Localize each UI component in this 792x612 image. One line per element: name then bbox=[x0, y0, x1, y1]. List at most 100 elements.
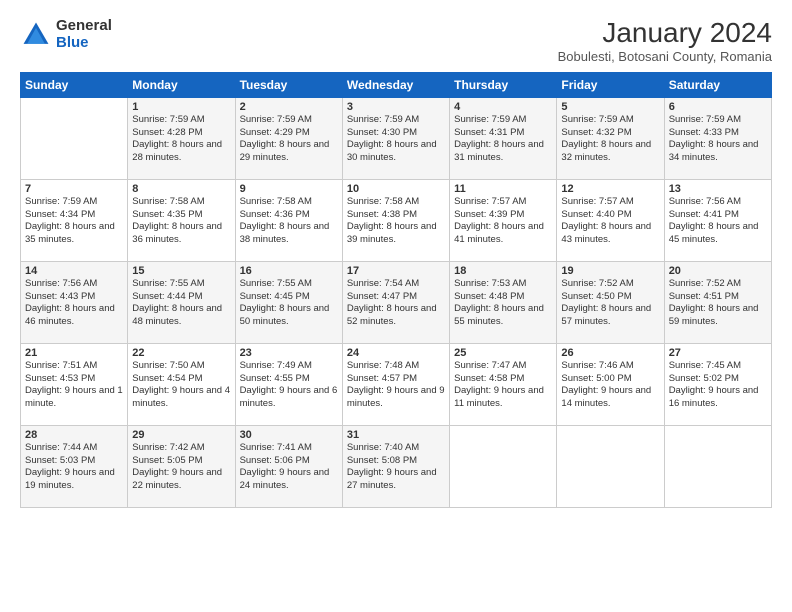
day-info-15: Sunrise: 7:55 AMSunset: 4:44 PMDaylight:… bbox=[132, 278, 230, 329]
day-number-26: 26 bbox=[561, 347, 659, 359]
day-number-12: 12 bbox=[561, 183, 659, 195]
calendar-cell-2-5: 19Sunrise: 7:52 AMSunset: 4:50 PMDayligh… bbox=[557, 261, 664, 343]
day-info-30: Sunrise: 7:41 AMSunset: 5:06 PMDaylight:… bbox=[240, 442, 338, 493]
day-number-23: 23 bbox=[240, 347, 338, 359]
day-number-17: 17 bbox=[347, 265, 445, 277]
header-monday: Monday bbox=[128, 72, 235, 97]
logo-blue-text: Blue bbox=[56, 35, 112, 52]
day-info-11: Sunrise: 7:57 AMSunset: 4:39 PMDaylight:… bbox=[454, 196, 552, 247]
day-number-19: 19 bbox=[561, 265, 659, 277]
subtitle: Bobulesti, Botosani County, Romania bbox=[558, 49, 772, 64]
calendar-cell-2-2: 16Sunrise: 7:55 AMSunset: 4:45 PMDayligh… bbox=[235, 261, 342, 343]
day-info-22: Sunrise: 7:50 AMSunset: 4:54 PMDaylight:… bbox=[132, 360, 230, 411]
calendar-cell-0-3: 3Sunrise: 7:59 AMSunset: 4:30 PMDaylight… bbox=[342, 97, 449, 179]
day-info-7: Sunrise: 7:59 AMSunset: 4:34 PMDaylight:… bbox=[25, 196, 123, 247]
day-info-16: Sunrise: 7:55 AMSunset: 4:45 PMDaylight:… bbox=[240, 278, 338, 329]
day-number-6: 6 bbox=[669, 101, 767, 113]
day-number-30: 30 bbox=[240, 429, 338, 441]
day-info-9: Sunrise: 7:58 AMSunset: 4:36 PMDaylight:… bbox=[240, 196, 338, 247]
day-info-13: Sunrise: 7:56 AMSunset: 4:41 PMDaylight:… bbox=[669, 196, 767, 247]
day-number-15: 15 bbox=[132, 265, 230, 277]
day-info-29: Sunrise: 7:42 AMSunset: 5:05 PMDaylight:… bbox=[132, 442, 230, 493]
day-info-18: Sunrise: 7:53 AMSunset: 4:48 PMDaylight:… bbox=[454, 278, 552, 329]
calendar-cell-2-0: 14Sunrise: 7:56 AMSunset: 4:43 PMDayligh… bbox=[21, 261, 128, 343]
day-info-24: Sunrise: 7:48 AMSunset: 4:57 PMDaylight:… bbox=[347, 360, 445, 411]
day-info-2: Sunrise: 7:59 AMSunset: 4:29 PMDaylight:… bbox=[240, 114, 338, 165]
day-info-8: Sunrise: 7:58 AMSunset: 4:35 PMDaylight:… bbox=[132, 196, 230, 247]
day-number-10: 10 bbox=[347, 183, 445, 195]
logo-icon bbox=[20, 19, 52, 51]
calendar-cell-0-6: 6Sunrise: 7:59 AMSunset: 4:33 PMDaylight… bbox=[664, 97, 771, 179]
calendar-cell-2-1: 15Sunrise: 7:55 AMSunset: 4:44 PMDayligh… bbox=[128, 261, 235, 343]
day-number-3: 3 bbox=[347, 101, 445, 113]
calendar-table: Sunday Monday Tuesday Wednesday Thursday… bbox=[20, 72, 772, 508]
header-saturday: Saturday bbox=[664, 72, 771, 97]
week-row-3: 21Sunrise: 7:51 AMSunset: 4:53 PMDayligh… bbox=[21, 343, 772, 425]
calendar-cell-3-2: 23Sunrise: 7:49 AMSunset: 4:55 PMDayligh… bbox=[235, 343, 342, 425]
calendar-body: 1Sunrise: 7:59 AMSunset: 4:28 PMDaylight… bbox=[21, 97, 772, 507]
calendar-cell-4-4 bbox=[450, 425, 557, 507]
day-number-28: 28 bbox=[25, 429, 123, 441]
calendar-cell-0-5: 5Sunrise: 7:59 AMSunset: 4:32 PMDaylight… bbox=[557, 97, 664, 179]
day-number-5: 5 bbox=[561, 101, 659, 113]
header-tuesday: Tuesday bbox=[235, 72, 342, 97]
day-info-26: Sunrise: 7:46 AMSunset: 5:00 PMDaylight:… bbox=[561, 360, 659, 411]
day-number-21: 21 bbox=[25, 347, 123, 359]
day-number-9: 9 bbox=[240, 183, 338, 195]
calendar-cell-4-0: 28Sunrise: 7:44 AMSunset: 5:03 PMDayligh… bbox=[21, 425, 128, 507]
calendar-cell-4-6 bbox=[664, 425, 771, 507]
day-info-10: Sunrise: 7:58 AMSunset: 4:38 PMDaylight:… bbox=[347, 196, 445, 247]
day-number-14: 14 bbox=[25, 265, 123, 277]
calendar-cell-2-6: 20Sunrise: 7:52 AMSunset: 4:51 PMDayligh… bbox=[664, 261, 771, 343]
day-info-31: Sunrise: 7:40 AMSunset: 5:08 PMDaylight:… bbox=[347, 442, 445, 493]
day-number-7: 7 bbox=[25, 183, 123, 195]
calendar-cell-0-2: 2Sunrise: 7:59 AMSunset: 4:29 PMDaylight… bbox=[235, 97, 342, 179]
calendar-cell-3-6: 27Sunrise: 7:45 AMSunset: 5:02 PMDayligh… bbox=[664, 343, 771, 425]
calendar-cell-4-2: 30Sunrise: 7:41 AMSunset: 5:06 PMDayligh… bbox=[235, 425, 342, 507]
day-number-4: 4 bbox=[454, 101, 552, 113]
day-number-24: 24 bbox=[347, 347, 445, 359]
calendar-cell-4-5 bbox=[557, 425, 664, 507]
calendar-cell-1-6: 13Sunrise: 7:56 AMSunset: 4:41 PMDayligh… bbox=[664, 179, 771, 261]
calendar-cell-4-3: 31Sunrise: 7:40 AMSunset: 5:08 PMDayligh… bbox=[342, 425, 449, 507]
week-row-2: 14Sunrise: 7:56 AMSunset: 4:43 PMDayligh… bbox=[21, 261, 772, 343]
main-title: January 2024 bbox=[558, 18, 772, 49]
calendar-cell-3-4: 25Sunrise: 7:47 AMSunset: 4:58 PMDayligh… bbox=[450, 343, 557, 425]
day-info-20: Sunrise: 7:52 AMSunset: 4:51 PMDaylight:… bbox=[669, 278, 767, 329]
day-number-18: 18 bbox=[454, 265, 552, 277]
day-number-13: 13 bbox=[669, 183, 767, 195]
weekday-header-row: Sunday Monday Tuesday Wednesday Thursday… bbox=[21, 72, 772, 97]
calendar-cell-1-2: 9Sunrise: 7:58 AMSunset: 4:36 PMDaylight… bbox=[235, 179, 342, 261]
day-number-2: 2 bbox=[240, 101, 338, 113]
day-number-8: 8 bbox=[132, 183, 230, 195]
day-number-16: 16 bbox=[240, 265, 338, 277]
day-number-20: 20 bbox=[669, 265, 767, 277]
calendar-cell-2-4: 18Sunrise: 7:53 AMSunset: 4:48 PMDayligh… bbox=[450, 261, 557, 343]
week-row-1: 7Sunrise: 7:59 AMSunset: 4:34 PMDaylight… bbox=[21, 179, 772, 261]
calendar-cell-0-4: 4Sunrise: 7:59 AMSunset: 4:31 PMDaylight… bbox=[450, 97, 557, 179]
header-wednesday: Wednesday bbox=[342, 72, 449, 97]
day-number-29: 29 bbox=[132, 429, 230, 441]
calendar-cell-3-1: 22Sunrise: 7:50 AMSunset: 4:54 PMDayligh… bbox=[128, 343, 235, 425]
logo: General Blue bbox=[20, 18, 112, 51]
header: General Blue January 2024 Bobulesti, Bot… bbox=[20, 18, 772, 64]
day-info-25: Sunrise: 7:47 AMSunset: 4:58 PMDaylight:… bbox=[454, 360, 552, 411]
day-info-27: Sunrise: 7:45 AMSunset: 5:02 PMDaylight:… bbox=[669, 360, 767, 411]
header-sunday: Sunday bbox=[21, 72, 128, 97]
calendar-cell-4-1: 29Sunrise: 7:42 AMSunset: 5:05 PMDayligh… bbox=[128, 425, 235, 507]
calendar-cell-3-0: 21Sunrise: 7:51 AMSunset: 4:53 PMDayligh… bbox=[21, 343, 128, 425]
week-row-4: 28Sunrise: 7:44 AMSunset: 5:03 PMDayligh… bbox=[21, 425, 772, 507]
calendar-cell-3-5: 26Sunrise: 7:46 AMSunset: 5:00 PMDayligh… bbox=[557, 343, 664, 425]
logo-general-text: General bbox=[56, 18, 112, 35]
day-info-5: Sunrise: 7:59 AMSunset: 4:32 PMDaylight:… bbox=[561, 114, 659, 165]
day-info-21: Sunrise: 7:51 AMSunset: 4:53 PMDaylight:… bbox=[25, 360, 123, 411]
calendar-cell-1-1: 8Sunrise: 7:58 AMSunset: 4:35 PMDaylight… bbox=[128, 179, 235, 261]
day-number-11: 11 bbox=[454, 183, 552, 195]
calendar-cell-3-3: 24Sunrise: 7:48 AMSunset: 4:57 PMDayligh… bbox=[342, 343, 449, 425]
calendar-cell-2-3: 17Sunrise: 7:54 AMSunset: 4:47 PMDayligh… bbox=[342, 261, 449, 343]
calendar-cell-1-4: 11Sunrise: 7:57 AMSunset: 4:39 PMDayligh… bbox=[450, 179, 557, 261]
calendar-cell-0-0 bbox=[21, 97, 128, 179]
day-info-17: Sunrise: 7:54 AMSunset: 4:47 PMDaylight:… bbox=[347, 278, 445, 329]
day-info-1: Sunrise: 7:59 AMSunset: 4:28 PMDaylight:… bbox=[132, 114, 230, 165]
header-friday: Friday bbox=[557, 72, 664, 97]
